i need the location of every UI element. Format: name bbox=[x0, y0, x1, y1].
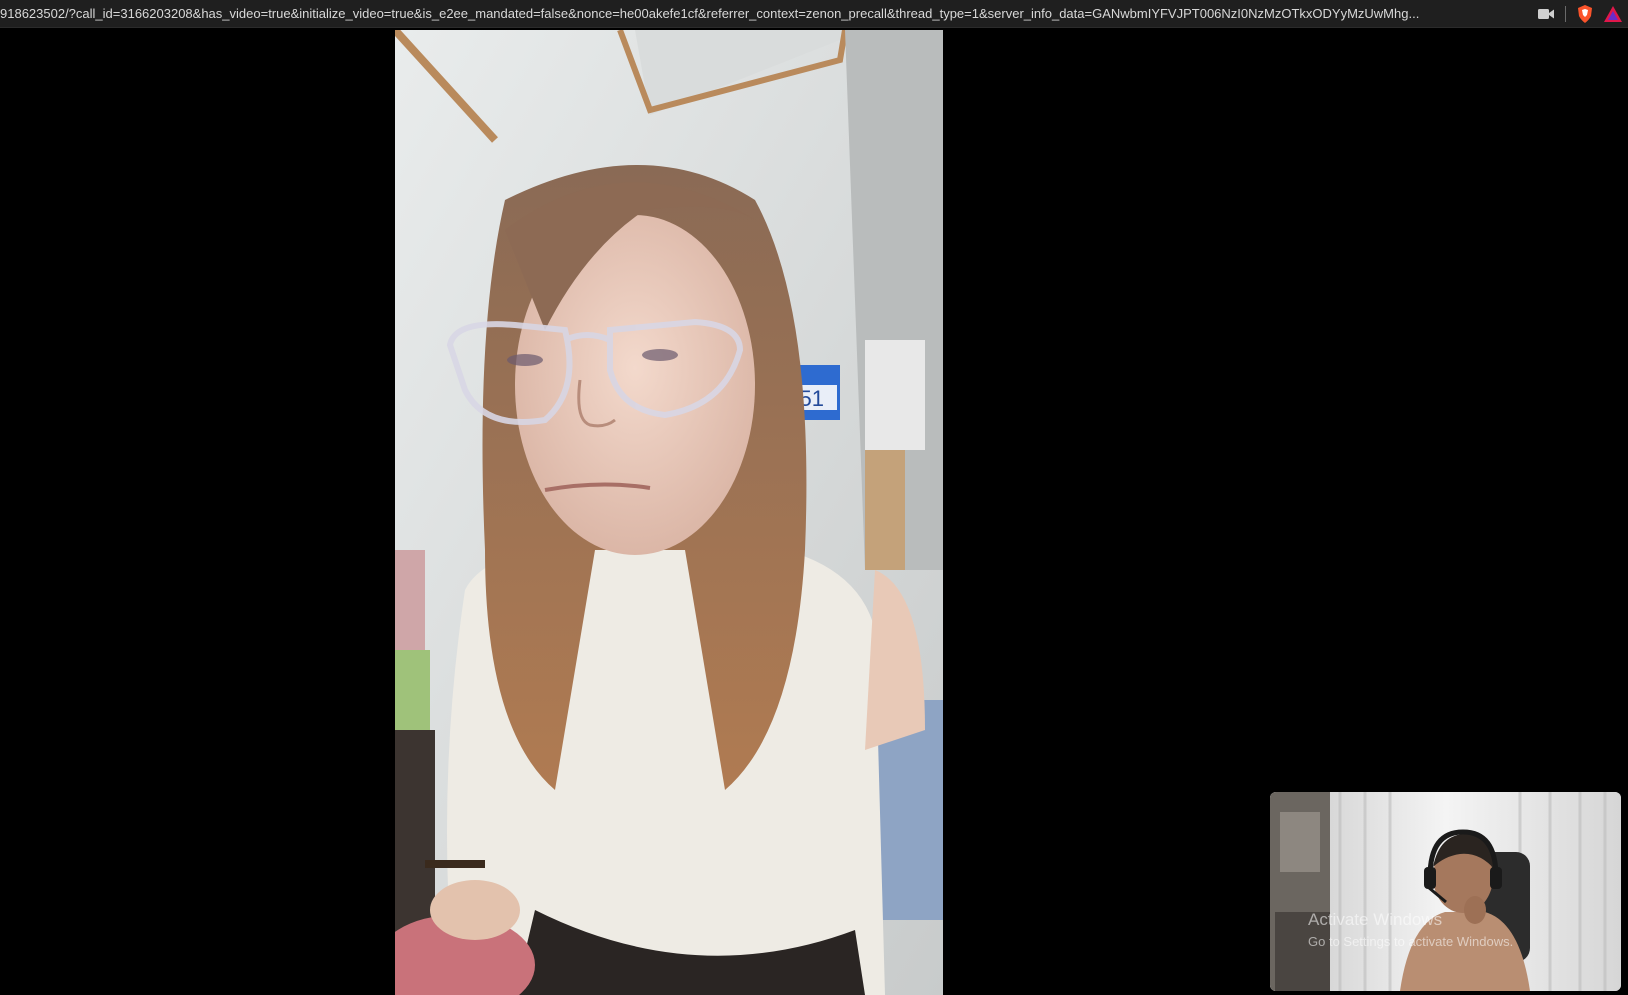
video-call-window: 918623502/?call_id=3166203208&has_video=… bbox=[0, 0, 1628, 995]
camera-icon[interactable] bbox=[1537, 5, 1555, 23]
url-field[interactable]: 918623502/?call_id=3166203208&has_video=… bbox=[0, 0, 1537, 28]
remote-participant-video[interactable]: 6251 bbox=[395, 30, 943, 995]
toolbar-divider bbox=[1565, 5, 1566, 22]
brave-shield-icon[interactable] bbox=[1576, 4, 1594, 23]
self-view-video[interactable]: Activate Windows Go to Settings to activ… bbox=[1270, 792, 1621, 991]
brave-rewards-icon[interactable] bbox=[1604, 5, 1622, 23]
address-bar-icons bbox=[1537, 0, 1628, 28]
browser-address-bar: 918623502/?call_id=3166203208&has_video=… bbox=[0, 0, 1628, 28]
